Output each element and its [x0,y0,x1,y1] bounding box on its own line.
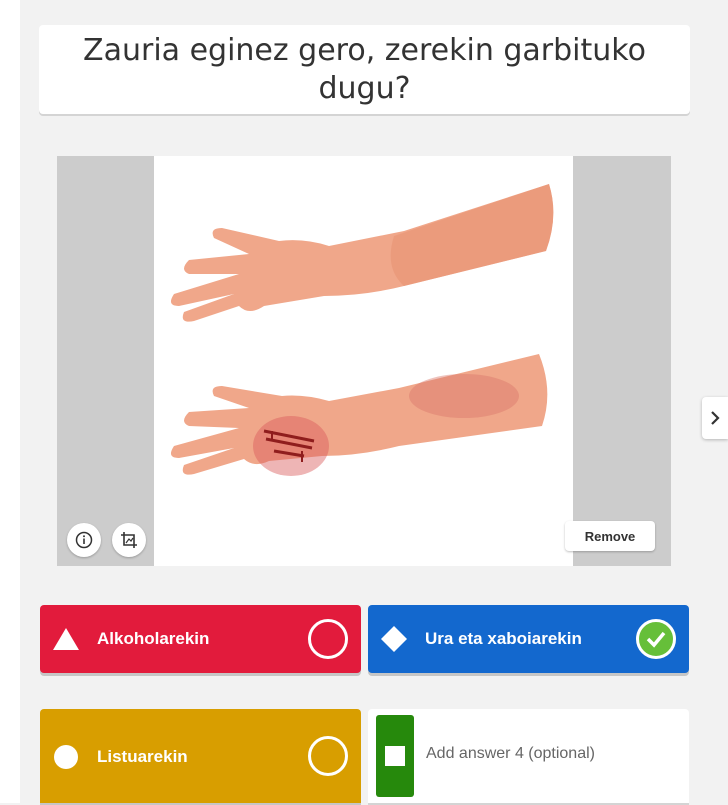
chevron-right-icon [711,411,720,425]
question-text: Zauria eginez gero, zerekin garbituko du… [83,32,646,106]
answer-4[interactable]: Add answer 4 (optional) [368,709,689,803]
answer-4-shape-box [376,715,414,797]
answer-3-correct-toggle[interactable] [308,736,348,776]
answer-2[interactable]: Ura eta xaboiarekin [368,605,689,673]
answer-1-correct-toggle[interactable] [308,619,348,659]
question-image [154,156,573,566]
crop-button[interactable] [112,523,146,557]
media-panel: Remove [57,156,671,566]
next-slide-button[interactable] [702,397,728,439]
square-icon [385,746,405,766]
circle-icon [52,744,80,770]
hands-illustration [170,184,554,476]
answer-2-correct-toggle[interactable] [636,619,676,659]
question-field[interactable]: Zauria eginez gero, zerekin garbituko du… [39,25,690,114]
crop-icon [121,532,137,548]
answer-1-label: Alkoholarekin [97,629,210,648]
answer-3-label: Listuarekin [97,747,188,766]
info-button[interactable] [67,523,101,557]
checkmark-icon [646,631,666,648]
diamond-icon [380,625,408,653]
answer-3[interactable]: Listuarekin [40,709,361,803]
triangle-icon [52,627,80,651]
answer-2-label: Ura eta xaboiarekin [425,629,582,648]
remove-image-button[interactable]: Remove [565,521,655,551]
page-gutter [0,0,20,803]
answer-4-input[interactable]: Add answer 4 (optional) [426,745,595,763]
answer-1[interactable]: Alkoholarekin [40,605,361,673]
info-icon [75,531,93,549]
